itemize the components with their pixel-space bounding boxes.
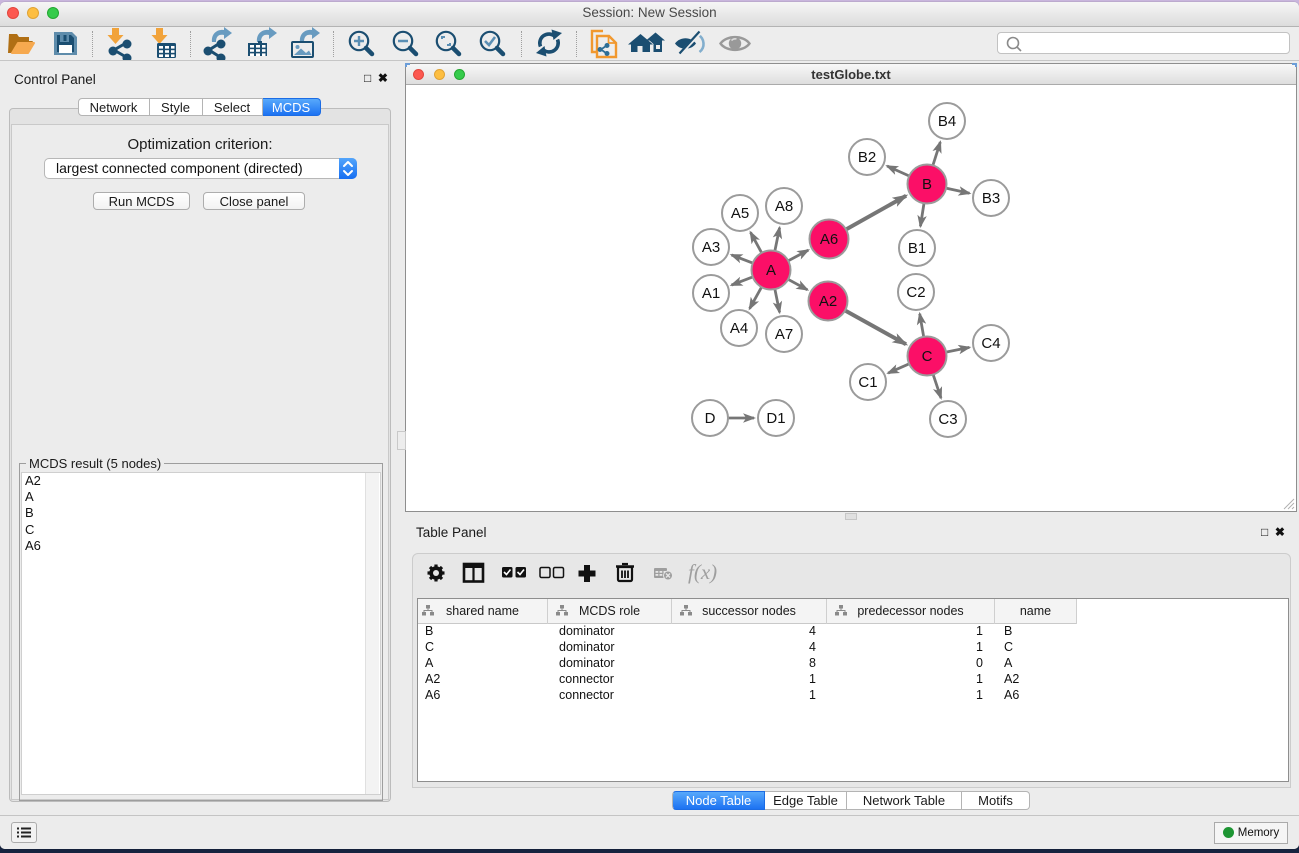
svg-text:C2: C2 — [906, 284, 925, 301]
svg-text:A: A — [766, 262, 776, 279]
svg-text:B1: B1 — [908, 240, 926, 257]
svg-text:B2: B2 — [858, 149, 876, 166]
svg-text:A7: A7 — [775, 326, 793, 343]
svg-text:A8: A8 — [775, 198, 793, 215]
svg-text:D: D — [705, 410, 716, 427]
svg-text:A6: A6 — [820, 231, 838, 248]
svg-text:B: B — [922, 176, 932, 193]
svg-text:D1: D1 — [766, 410, 785, 427]
svg-text:B3: B3 — [982, 190, 1000, 207]
svg-text:C: C — [922, 348, 933, 365]
svg-text:A1: A1 — [702, 285, 720, 302]
svg-text:f(x): f(x) — [688, 560, 717, 584]
svg-text:A4: A4 — [730, 320, 748, 337]
svg-text:A2: A2 — [819, 293, 837, 310]
svg-text:C4: C4 — [981, 335, 1000, 352]
svg-text:A3: A3 — [702, 239, 720, 256]
svg-text:C1: C1 — [858, 374, 877, 391]
svg-text:A5: A5 — [731, 205, 749, 222]
svg-text:B4: B4 — [938, 113, 956, 130]
svg-text:C3: C3 — [938, 411, 957, 428]
